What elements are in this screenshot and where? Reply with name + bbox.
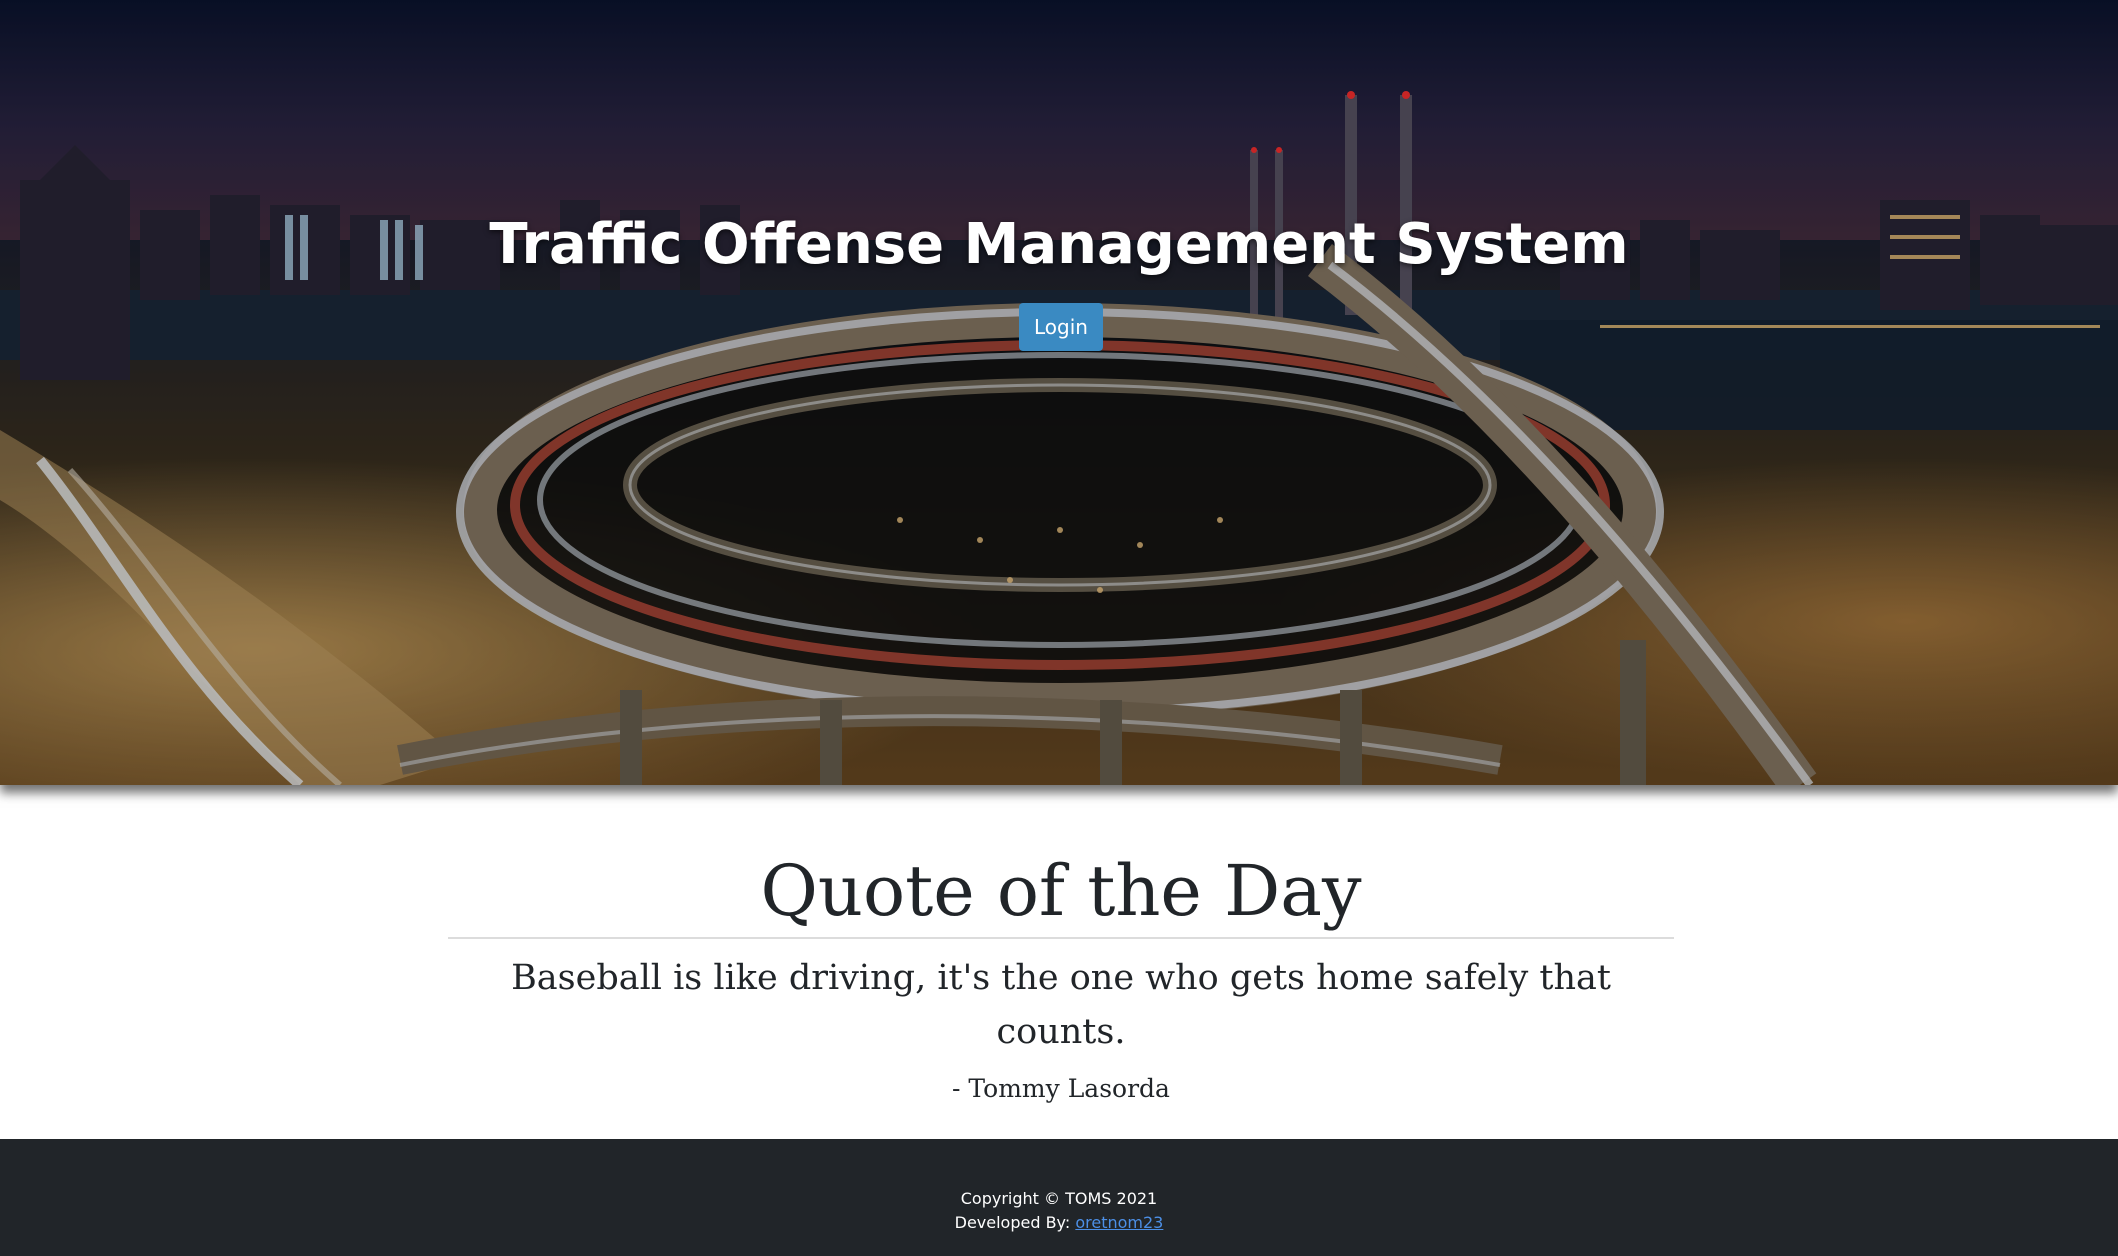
page: Traffic Offense Management System Login … [0,0,2118,1256]
login-button[interactable]: Login [1019,303,1103,351]
developed-by-label: Developed By: [954,1213,1071,1232]
hero-background-image [0,0,2118,785]
footer-copyright: Copyright © TOMS 2021 [960,1189,1158,1208]
hero-banner: Traffic Offense Management System Login [0,0,2118,785]
quote-of-the-day: Quote of the Day Baseball is like drivin… [448,845,1674,1107]
quote-heading: Quote of the Day [760,850,1362,932]
developer-link[interactable]: oretnom23 [1075,1213,1163,1232]
footer: Copyright © TOMS 2021 Developed By: oret… [0,1139,2118,1256]
quote-author: - Tommy Lasorda [952,1074,1170,1103]
quote-divider [448,937,1674,939]
footer-developer-line: Developed By: oretnom23 [0,1213,2118,1232]
quote-text: Baseball is like driving, it's the one w… [511,958,1611,1052]
site-title: Traffic Offense Management System [489,212,1629,277]
